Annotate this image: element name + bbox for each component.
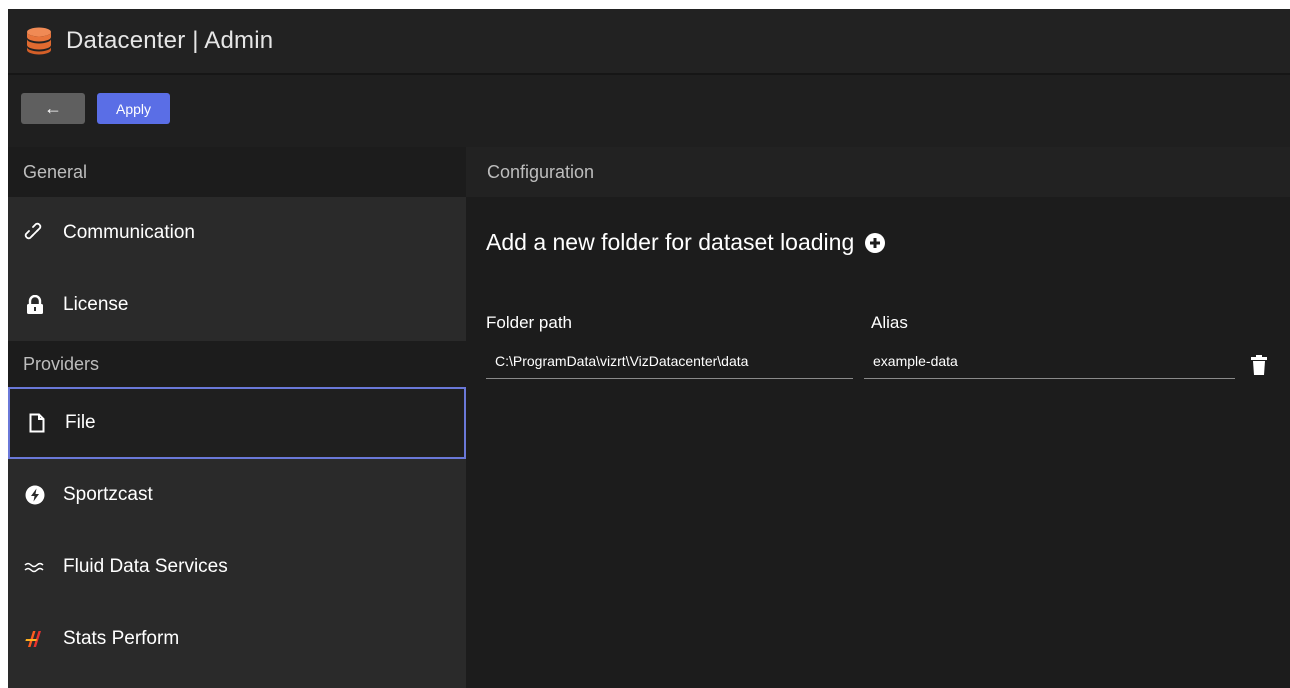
sidebar-item-sportzcast[interactable]: Sportzcast: [8, 459, 466, 531]
alias-column-label: Alias: [871, 313, 908, 332]
sidebar-item-label: Stats Perform: [63, 628, 180, 649]
sidebar-item-license[interactable]: License: [8, 269, 466, 341]
folder-path-field: [486, 344, 853, 379]
database-logo-icon: [27, 27, 51, 55]
folder-path-column-label: Folder path: [486, 313, 572, 332]
sidebar-item-file[interactable]: File: [8, 387, 466, 459]
file-icon: [26, 412, 48, 434]
apply-button[interactable]: Apply: [97, 93, 170, 124]
sidebar-item-fluid-data-services[interactable]: Fluid Data Services: [8, 531, 466, 603]
folder-path-input[interactable]: [486, 353, 853, 369]
app-title: Datacenter | Admin: [66, 27, 274, 54]
sidebar-item-label: Fluid Data Services: [63, 556, 228, 577]
section-title: General: [23, 161, 88, 182]
sidebar-section-general: General: [8, 147, 466, 197]
waves-icon: [24, 556, 46, 578]
alias-input[interactable]: [864, 353, 1235, 369]
add-folder-label: Add a new folder for dataset loading: [486, 229, 855, 255]
link-icon: [24, 222, 46, 244]
alias-field: [864, 344, 1235, 379]
toolbar: ← Apply: [8, 75, 1290, 147]
section-title: Providers: [23, 353, 100, 374]
lock-icon: [24, 294, 46, 316]
add-folder-row: Add a new folder for dataset loading: [486, 229, 886, 256]
section-title: Configuration: [487, 161, 595, 182]
back-button[interactable]: ←: [21, 93, 85, 124]
bolt-icon: [24, 484, 46, 506]
arrow-left-icon: ←: [44, 98, 62, 118]
plus-circle-icon[interactable]: [864, 232, 886, 254]
sidebar-item-label: File: [65, 412, 96, 433]
sidebar-item-stats-perform[interactable]: Stats Perform: [8, 603, 466, 675]
sidebar-item-label: License: [63, 294, 129, 315]
app-window: Datacenter | Admin ← Apply General Commu…: [8, 9, 1290, 688]
stats-perform-logo-icon: [24, 628, 46, 650]
sidebar-item-label: Communication: [63, 222, 195, 243]
configuration-header: Configuration: [466, 147, 1290, 197]
title-bar: Datacenter | Admin: [8, 9, 1290, 75]
sidebar: General Communication License Providers …: [8, 147, 466, 688]
trash-icon[interactable]: [1251, 355, 1267, 375]
sidebar-item-communication[interactable]: Communication: [8, 197, 466, 269]
configuration-panel: Configuration Add a new folder for datas…: [466, 147, 1290, 688]
sidebar-section-providers: Providers: [8, 341, 466, 387]
sidebar-item-label: Sportzcast: [63, 484, 153, 505]
